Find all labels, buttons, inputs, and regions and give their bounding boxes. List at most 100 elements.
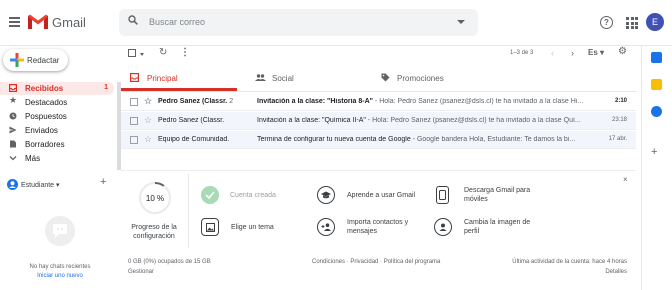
task-download-mobile[interactable]: Descarga Gmail para móviles bbox=[434, 186, 544, 208]
calendar-icon[interactable] bbox=[651, 52, 662, 63]
newer-page-button[interactable]: ‹ bbox=[551, 48, 554, 58]
progress-percent: 10 % bbox=[145, 194, 165, 203]
row-checkbox[interactable] bbox=[130, 136, 138, 144]
task-change-profile-picture[interactable]: Cambia la imagen de perfil bbox=[434, 218, 544, 240]
email-date: 17 abr. bbox=[608, 136, 627, 142]
clock-icon bbox=[9, 112, 17, 120]
email-row[interactable]: ☆ Pedro Sanez (Classr. 2 Invitación a la… bbox=[121, 93, 636, 111]
email-subject-line: Termina de configurar tu nueva cuenta de… bbox=[257, 136, 607, 143]
email-sender: Pedro Sanez (Classr. 2 bbox=[158, 98, 253, 105]
new-chat-plus-icon[interactable]: + bbox=[100, 176, 106, 188]
start-new-chat-link[interactable]: Iniciar uno nuevo bbox=[0, 273, 120, 279]
task-label: Cuenta creada bbox=[230, 192, 276, 199]
chevron-down-icon bbox=[9, 156, 17, 161]
apps-grid-icon[interactable] bbox=[626, 17, 638, 29]
manage-storage-link[interactable]: Gestionar bbox=[128, 269, 154, 275]
task-label: Aprende a usar Gmail bbox=[347, 192, 416, 199]
sidebar-item-starred[interactable]: ★ Destacados bbox=[0, 94, 114, 109]
draft-icon bbox=[10, 140, 16, 148]
sender-name: Equipo de Comunidad. bbox=[158, 136, 230, 143]
task-learn-gmail[interactable]: Aprende a usar Gmail bbox=[317, 186, 427, 208]
keep-icon[interactable] bbox=[651, 79, 662, 90]
email-sender: Pedro Sanez (Classr. bbox=[158, 117, 253, 124]
email-subject: Invitación a la clase: "Química II-A" bbox=[257, 117, 366, 124]
email-snippet: - Google bandera Hola, Estudiante: Te da… bbox=[410, 136, 576, 143]
gmail-wordmark[interactable]: Gmail bbox=[52, 15, 86, 30]
people-icon bbox=[255, 74, 266, 81]
sidebar-item-more[interactable]: Más bbox=[0, 152, 114, 165]
email-subject-line: Invitación a la clase: "Química II-A" - … bbox=[257, 117, 607, 124]
search-options-caret-icon[interactable] bbox=[457, 20, 465, 24]
select-all-checkbox[interactable] bbox=[128, 49, 136, 57]
tasks-icon[interactable] bbox=[651, 106, 662, 117]
tab-label: Social bbox=[272, 74, 294, 83]
panel-divider bbox=[188, 174, 189, 248]
star-icon[interactable]: ☆ bbox=[144, 134, 152, 145]
storage-usage: 0 GB (0%) ocupados de 15 GB bbox=[128, 259, 211, 265]
tabs-divider bbox=[121, 91, 636, 92]
compose-label[interactable]: Redactar bbox=[27, 56, 59, 65]
sidebar-item-label: Más bbox=[25, 154, 41, 163]
check-icon bbox=[201, 186, 219, 204]
sidebar-item-label: Borradores bbox=[25, 140, 65, 149]
gmail-logo-icon[interactable] bbox=[27, 13, 49, 32]
email-date: 23:18 bbox=[611, 117, 627, 123]
sidebar-item-label: Destacados bbox=[25, 98, 68, 107]
add-on-plus-icon[interactable]: + bbox=[651, 146, 657, 158]
thread-count: 2 bbox=[229, 98, 234, 105]
sidebar-item-snoozed[interactable]: Pospuestos bbox=[0, 110, 114, 123]
email-snippet: - Hola: Pedro Sanez (psanez@dsls.cl) te … bbox=[365, 117, 581, 124]
refresh-icon[interactable]: ↻ bbox=[159, 47, 167, 58]
chat-bubble-icon bbox=[45, 216, 75, 246]
compose-plus-icon[interactable] bbox=[10, 53, 24, 67]
setup-progress-panel bbox=[121, 170, 636, 255]
profile-icon bbox=[434, 218, 452, 236]
theme-icon bbox=[201, 218, 219, 236]
chat-user-label: Estudiante ▾ bbox=[21, 181, 60, 189]
terms-privacy-links[interactable]: Condiciones · Privacidad · Política del … bbox=[312, 259, 440, 265]
inbox-tab-icon bbox=[130, 73, 139, 82]
tab-principal[interactable]: Principal bbox=[121, 67, 237, 90]
help-icon[interactable]: ? bbox=[600, 16, 613, 29]
pagination-range: 1–3 de 3 bbox=[510, 50, 534, 56]
settings-gear-icon[interactable]: ⚙ bbox=[618, 46, 627, 57]
email-snippet: - Hola: Pedro Sanez (psanez@dsls.cl) te … bbox=[372, 98, 584, 105]
main-menu-icon[interactable] bbox=[8, 15, 22, 29]
row-checkbox[interactable] bbox=[130, 117, 138, 125]
older-page-button[interactable]: › bbox=[571, 48, 574, 58]
sidebar-item-drafts[interactable]: Borradores bbox=[0, 138, 114, 151]
email-subject: Termina de configurar tu nueva cuenta de… bbox=[257, 136, 411, 143]
task-label-text: Cambia la imagen de perfil bbox=[464, 219, 531, 235]
tab-social[interactable]: Social bbox=[246, 67, 356, 90]
task-account-created: Cuenta creada bbox=[201, 186, 301, 208]
star-icon: ★ bbox=[8, 94, 18, 105]
avatar[interactable]: E bbox=[646, 13, 664, 31]
add-contact-icon bbox=[317, 218, 335, 236]
sidebar-item-inbox[interactable]: Recibidos 1 bbox=[0, 82, 114, 95]
email-row[interactable]: ☆ Equipo de Comunidad. Termina de config… bbox=[121, 131, 636, 149]
star-icon[interactable]: ☆ bbox=[144, 96, 152, 107]
task-label: Importa contactos y mensajes bbox=[347, 218, 422, 236]
unread-count-badge: 1 bbox=[104, 84, 108, 91]
task-choose-theme[interactable]: Elige un tema bbox=[201, 218, 301, 240]
task-label-text: Importa contactos y mensajes bbox=[347, 219, 409, 235]
email-subject-line: Invitación a la clase: "Historia 8-A" - … bbox=[257, 98, 607, 105]
search-input[interactable]: Buscar correo bbox=[149, 17, 205, 27]
search-icon[interactable] bbox=[128, 15, 138, 27]
select-options-caret-icon[interactable] bbox=[140, 53, 144, 56]
input-tools-button[interactable]: Es ▾ bbox=[588, 48, 604, 57]
sender-name: Pedro Sanez (Classr. bbox=[158, 98, 228, 105]
star-icon[interactable]: ☆ bbox=[144, 115, 152, 126]
more-options-icon[interactable]: ⋮ bbox=[180, 47, 190, 58]
email-subject: Invitación a la clase: "Historia 8-A" bbox=[257, 98, 373, 105]
email-sender: Equipo de Comunidad. bbox=[158, 136, 253, 143]
close-icon[interactable]: × bbox=[623, 175, 628, 184]
email-row[interactable]: ☆ Pedro Sanez (Classr. Invitación a la c… bbox=[121, 112, 636, 130]
tab-promociones[interactable]: Promociones bbox=[372, 67, 502, 90]
sidebar-item-sent[interactable]: Enviados bbox=[0, 124, 114, 137]
row-checkbox[interactable] bbox=[130, 98, 138, 106]
task-label: Cambia la imagen de perfil bbox=[464, 218, 544, 236]
chat-user-switcher[interactable]: Estudiante ▾ bbox=[7, 179, 60, 190]
activity-details-link[interactable]: Detalles bbox=[509, 269, 627, 275]
task-import-contacts[interactable]: Importa contactos y mensajes bbox=[317, 218, 427, 240]
